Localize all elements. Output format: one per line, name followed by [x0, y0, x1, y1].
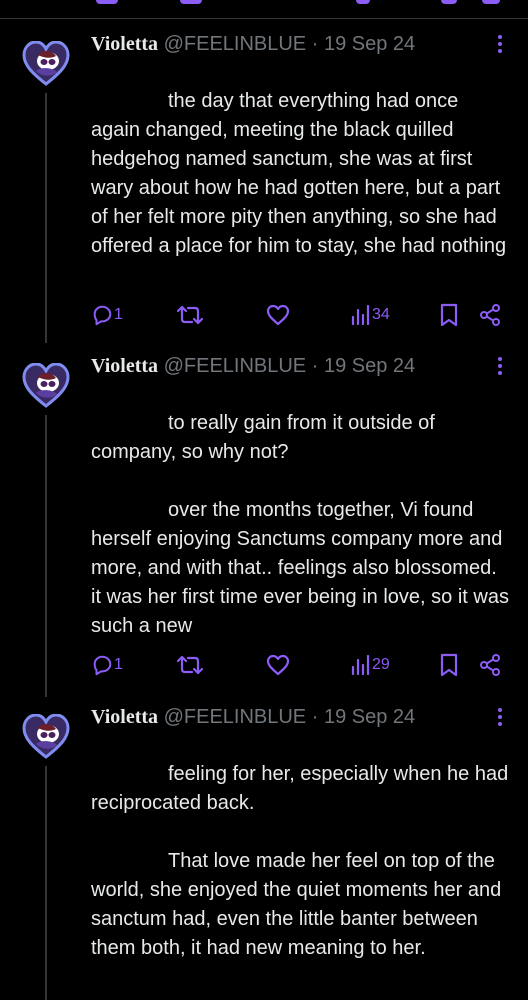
separator-dot: ·	[311, 33, 319, 55]
bookmark-button[interactable]	[439, 303, 459, 327]
reply-icon	[93, 305, 112, 326]
views-icon	[351, 654, 370, 676]
author-name[interactable]: Violetta	[91, 706, 158, 728]
share-icon	[480, 304, 500, 326]
author-handle[interactable]: @FEELINBLUE	[164, 355, 307, 377]
view-count: 29	[372, 656, 390, 673]
tweet-paragraph: to really gain from it outside of compan…	[91, 412, 435, 463]
like-button[interactable]	[266, 653, 290, 677]
bookmark-icon	[440, 303, 458, 327]
share-button[interactable]	[479, 303, 501, 327]
heart-avatar-icon[interactable]	[22, 714, 70, 760]
heart-avatar-icon[interactable]	[22, 363, 70, 409]
heart-icon	[266, 654, 290, 676]
tweet-paragraph: That love made her feel on top of the wo…	[91, 850, 502, 959]
thread-line	[45, 766, 47, 1000]
views-icon[interactable]	[356, 0, 370, 4]
repost-button[interactable]	[177, 653, 203, 677]
tweet-action-bar: 1 34	[0, 303, 528, 327]
author-handle[interactable]: @FEELINBLUE	[164, 33, 307, 55]
author-name[interactable]: Violetta	[91, 33, 158, 55]
more-options-icon[interactable]	[496, 357, 504, 379]
more-options-icon[interactable]	[496, 708, 504, 730]
tweet-header: Violetta @FEELINBLUE · 19 Sep 24	[91, 353, 415, 379]
tweet-date[interactable]: 19 Sep 24	[324, 706, 415, 728]
tweet-text: the day that everything had once again c…	[91, 87, 511, 261]
author-name[interactable]: Violetta	[91, 355, 158, 377]
like-button[interactable]	[266, 303, 290, 327]
previous-tweet-action-bar	[0, 0, 528, 8]
tweet-action-bar: 1 29	[0, 653, 528, 677]
share-icon	[480, 654, 500, 676]
view-count: 34	[372, 306, 390, 323]
more-options-icon[interactable]	[496, 35, 504, 57]
reply-button[interactable]: 1	[91, 653, 123, 677]
separator-dot: ·	[311, 355, 319, 377]
tweet-header: Violetta @FEELINBLUE · 19 Sep 24	[91, 31, 415, 57]
views-button[interactable]: 34	[351, 303, 390, 327]
repost-icon	[177, 655, 203, 675]
tweet-paragraph: the day that everything had once again c…	[91, 90, 507, 257]
views-icon	[351, 304, 370, 326]
bookmark-icon	[440, 653, 458, 677]
heart-icon	[266, 304, 290, 326]
share-icon[interactable]	[482, 0, 500, 4]
repost-icon	[177, 305, 203, 325]
heart-avatar-icon[interactable]	[22, 41, 70, 87]
bookmark-icon[interactable]	[441, 0, 457, 4]
tweet-paragraph: feeling for her, especially when he had …	[91, 763, 509, 814]
bookmark-button[interactable]	[439, 653, 459, 677]
repost-button[interactable]	[177, 303, 203, 327]
share-button[interactable]	[479, 653, 501, 677]
tweet[interactable]: Violetta @FEELINBLUE · 19 Sep 24 feeling…	[0, 704, 528, 1000]
reply-count: 1	[114, 656, 123, 673]
tweet-date[interactable]: 19 Sep 24	[324, 355, 415, 377]
reply-icon[interactable]	[96, 0, 118, 4]
author-handle[interactable]: @FEELINBLUE	[164, 706, 307, 728]
tweet[interactable]: Violetta @FEELINBLUE · 19 Sep 24 to real…	[0, 353, 528, 697]
tweet-date[interactable]: 19 Sep 24	[324, 33, 415, 55]
tweet-header: Violetta @FEELINBLUE · 19 Sep 24	[91, 704, 415, 730]
tweet-paragraph: over the months together, Vi found herse…	[91, 499, 509, 637]
divider	[0, 18, 528, 19]
views-button[interactable]: 29	[351, 653, 390, 677]
repost-icon[interactable]	[180, 0, 202, 4]
reply-button[interactable]: 1	[91, 303, 123, 327]
separator-dot: ·	[311, 706, 319, 728]
tweet-text: to really gain from it outside of compan…	[91, 409, 511, 641]
reply-count: 1	[114, 306, 123, 323]
tweet[interactable]: Violetta @FEELINBLUE · 19 Sep 24 the day…	[0, 31, 528, 343]
tweet-text: feeling for her, especially when he had …	[91, 760, 511, 963]
reply-icon	[93, 655, 112, 676]
